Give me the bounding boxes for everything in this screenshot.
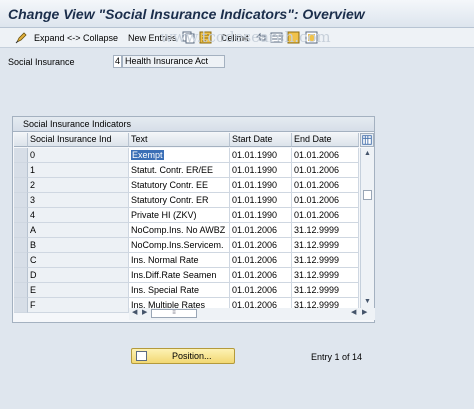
change-display-icon[interactable]	[15, 31, 28, 44]
cell-start-date[interactable]: 01.01.1990	[230, 163, 292, 178]
row-selector[interactable]	[14, 253, 28, 268]
vertical-scroll-thumb[interactable]	[363, 190, 372, 200]
cell-text[interactable]: Exempt	[129, 148, 230, 163]
row-selector[interactable]	[14, 223, 28, 238]
cell-end-date[interactable]: 31.12.9999	[292, 283, 359, 298]
table-row[interactable]: B NoComp.Ins.Servicem. 01.01.2006 31.12.999…	[14, 238, 359, 253]
horizontal-scrollbar[interactable]: ◀ ▶ ≡ ◀ ▶	[129, 308, 375, 320]
cell-end-date[interactable]: 01.01.2006	[292, 163, 359, 178]
cell-indicator[interactable]: 4	[28, 208, 129, 223]
cell-text[interactable]: Statutory Contr. EE	[129, 178, 230, 193]
entry-counter: Entry 1 of 14	[311, 352, 363, 362]
social-insurance-key: 4	[113, 55, 122, 68]
social-insurance-indicators-table: Social Insurance Indicators Social Insur…	[12, 116, 375, 323]
row-selector[interactable]	[14, 178, 28, 193]
cell-indicator[interactable]: B	[28, 238, 129, 253]
social-insurance-text: Health Insurance Act	[122, 55, 225, 68]
table-settings-icon[interactable]	[360, 133, 374, 147]
selected-text-highlight: Exempt	[131, 150, 164, 160]
cell-start-date[interactable]: 01.01.2006	[230, 253, 292, 268]
position-icon	[136, 351, 147, 361]
cell-end-date[interactable]: 01.01.2006	[292, 208, 359, 223]
table-row[interactable]: 1 Statut. Contr. ER/EE 01.01.1990 01.01.200…	[14, 163, 359, 178]
row-selector[interactable]	[14, 298, 28, 313]
row-selector[interactable]	[14, 208, 28, 223]
cell-indicator[interactable]: 3	[28, 193, 129, 208]
table-row[interactable]: 0 Exempt 01.01.1990 01.01.2006	[14, 148, 359, 163]
column-header-start-date[interactable]: Start Date	[230, 133, 292, 147]
table-row[interactable]: 3 Statutory Contr. ER 01.01.1990 01.01.2006	[14, 193, 359, 208]
cell-text[interactable]: Ins. Special Rate	[129, 283, 230, 298]
cell-start-date[interactable]: 01.01.1990	[230, 208, 292, 223]
cell-end-date[interactable]: 01.01.2006	[292, 148, 359, 163]
cell-text[interactable]: Ins.Diff.Rate Seamen	[129, 268, 230, 283]
cell-indicator[interactable]: 1	[28, 163, 129, 178]
vertical-scrollbar[interactable]: ▲ ▼	[360, 148, 374, 308]
expand-collapse-button[interactable]: Expand <-> Collapse	[34, 31, 118, 45]
cell-indicator[interactable]: E	[28, 283, 129, 298]
table-row[interactable]: A NoComp.Ins. No AWBZ 01.01.2006 31.12.9999	[14, 223, 359, 238]
table-row[interactable]: 2 Statutory Contr. EE 01.01.1990 01.01.2006	[14, 178, 359, 193]
cell-end-date[interactable]: 31.12.9999	[292, 238, 359, 253]
position-button-label: Position...	[172, 351, 212, 361]
table-row[interactable]: C Ins. Normal Rate 01.01.2006 31.12.9999	[14, 253, 359, 268]
cell-start-date[interactable]: 01.01.2006	[230, 268, 292, 283]
cell-text[interactable]: Statutory Contr. ER	[129, 193, 230, 208]
watermark: www.tcodesearch.com	[160, 28, 331, 46]
table-row[interactable]: 4 Private HI (ZKV) 01.01.1990 01.01.2006	[14, 208, 359, 223]
cell-end-date[interactable]: 01.01.2006	[292, 193, 359, 208]
scroll-left-icon[interactable]: ◀	[132, 308, 137, 316]
row-selector[interactable]	[14, 193, 28, 208]
cell-text[interactable]: NoComp.Ins. No AWBZ	[129, 223, 230, 238]
position-button[interactable]: Position...	[131, 348, 235, 364]
cell-start-date[interactable]: 01.01.2006	[230, 283, 292, 298]
cell-text[interactable]: Private HI (ZKV)	[129, 208, 230, 223]
cell-text[interactable]: Ins. Normal Rate	[129, 253, 230, 268]
social-insurance-field: Social Insurance 4 Health Insurance Act	[0, 54, 474, 70]
scroll-far-left-icon[interactable]: ◀	[351, 308, 356, 316]
page-title: Change View "Social Insurance Indicators…	[8, 6, 365, 22]
cell-text[interactable]: NoComp.Ins.Servicem.	[129, 238, 230, 253]
table-title: Social Insurance Indicators	[13, 117, 374, 132]
row-selector[interactable]	[14, 163, 28, 178]
row-selector[interactable]	[14, 268, 28, 283]
cell-indicator[interactable]: 2	[28, 178, 129, 193]
cell-indicator[interactable]: D	[28, 268, 129, 283]
cell-start-date[interactable]: 01.01.1990	[230, 148, 292, 163]
scroll-far-right-icon[interactable]: ▶	[362, 308, 367, 316]
column-header-text[interactable]: Text	[129, 133, 230, 147]
cell-indicator[interactable]: F	[28, 298, 129, 313]
table-row[interactable]: D Ins.Diff.Rate Seamen 01.01.2006 31.12.999…	[14, 268, 359, 283]
table-row[interactable]: E Ins. Special Rate 01.01.2006 31.12.9999	[14, 283, 359, 298]
social-insurance-label: Social Insurance	[8, 57, 75, 67]
cell-start-date[interactable]: 01.01.1990	[230, 178, 292, 193]
horizontal-scroll-thumb[interactable]: ≡	[151, 309, 197, 318]
cell-end-date[interactable]: 31.12.9999	[292, 253, 359, 268]
column-header-indicator[interactable]: Social Insurance Ind	[28, 133, 129, 147]
cell-end-date[interactable]: 31.12.9999	[292, 223, 359, 238]
cell-start-date[interactable]: 01.01.2006	[230, 238, 292, 253]
scroll-up-icon[interactable]: ▲	[364, 150, 371, 157]
row-selector[interactable]	[14, 238, 28, 253]
row-selector[interactable]	[14, 283, 28, 298]
cell-end-date[interactable]: 01.01.2006	[292, 178, 359, 193]
cell-start-date[interactable]: 01.01.1990	[230, 193, 292, 208]
cell-indicator[interactable]: C	[28, 253, 129, 268]
scroll-down-icon[interactable]: ▼	[364, 298, 371, 305]
title-bar: Change View "Social Insurance Indicators…	[0, 0, 474, 28]
cell-start-date[interactable]: 01.01.2006	[230, 223, 292, 238]
select-all-rows-header[interactable]	[14, 133, 28, 147]
column-header-end-date[interactable]: End Date	[292, 133, 359, 147]
cell-indicator[interactable]: 0	[28, 148, 129, 163]
row-selector[interactable]	[14, 148, 28, 163]
scroll-right-icon[interactable]: ▶	[142, 308, 147, 316]
cell-indicator[interactable]: A	[28, 223, 129, 238]
cell-text[interactable]: Statut. Contr. ER/EE	[129, 163, 230, 178]
cell-end-date[interactable]: 31.12.9999	[292, 268, 359, 283]
